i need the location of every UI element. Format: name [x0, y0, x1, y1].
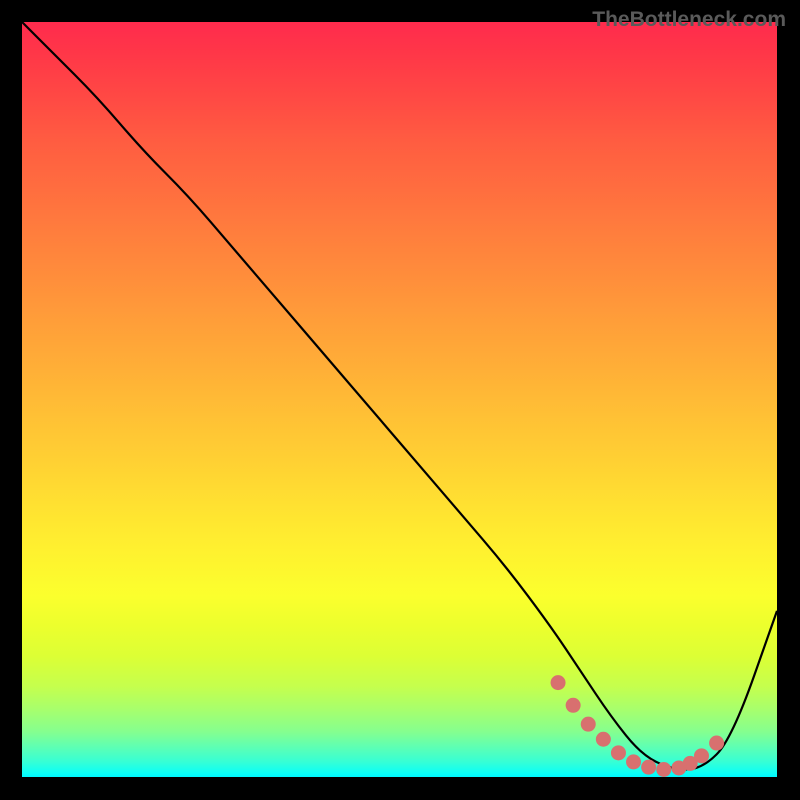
scatter-dot	[596, 732, 611, 747]
scatter-dot	[611, 745, 626, 760]
scatter-dot	[566, 698, 581, 713]
scatter-dot	[641, 760, 656, 775]
scatter-dot	[694, 748, 709, 763]
scatter-dot	[551, 675, 566, 690]
plot-area	[22, 22, 777, 777]
scatter-dot	[626, 754, 641, 769]
bottleneck-curve	[22, 22, 777, 769]
scatter-dot	[656, 762, 671, 777]
scatter-dot	[581, 717, 596, 732]
chart-svg	[22, 22, 777, 777]
watermark-text: TheBottleneck.com	[592, 8, 786, 32]
scatter-points	[551, 675, 725, 777]
scatter-dot	[709, 736, 724, 751]
